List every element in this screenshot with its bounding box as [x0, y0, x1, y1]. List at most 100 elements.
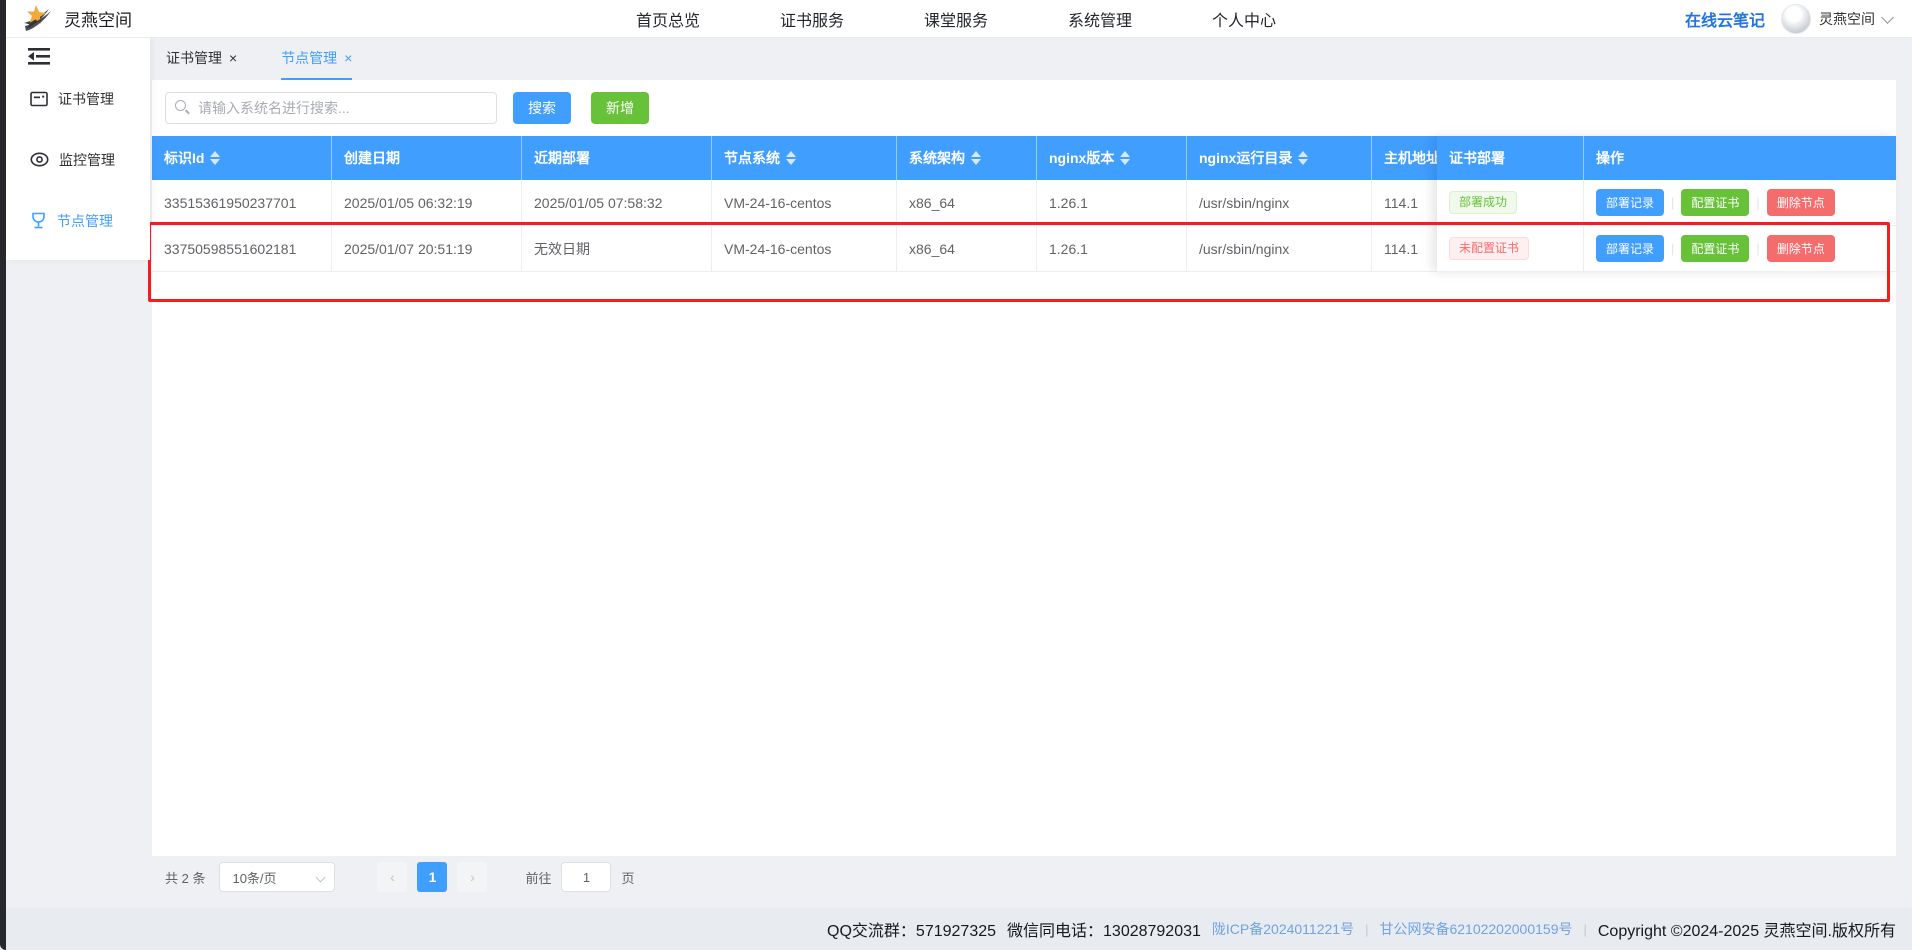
sidebar-item-label: 节点管理 — [57, 211, 113, 231]
cell-arch: x86_64 — [897, 226, 1037, 271]
tab-node-manage[interactable]: 节点管理 × — [281, 38, 352, 80]
config-cert-button[interactable]: 配置证书 — [1681, 235, 1749, 262]
toolbar: 搜索 新增 — [152, 80, 1896, 124]
footer-icp-link[interactable]: 陇ICP备2024011221号 — [1212, 919, 1354, 939]
cert-status-cell: 未配置证书 — [1437, 226, 1583, 271]
node-table: 标识Id 创建日期 近期部署 节点系统 系统架构 nginx版本 nginx运行… — [152, 136, 1896, 272]
cell-created: 2025/01/05 06:32:19 — [332, 180, 522, 225]
cell-nginx-dir: /usr/sbin/nginx — [1187, 180, 1372, 225]
search-input[interactable] — [165, 92, 497, 124]
cell-recent-deploy: 2025/01/05 07:58:32 — [522, 180, 712, 225]
actions-cell: 部署记录 | 配置证书 | 删除节点 — [1583, 226, 1896, 271]
prev-page-button[interactable]: ‹ — [377, 862, 407, 892]
col-header-created: 创建日期 — [332, 136, 522, 180]
cell-nginx-version: 1.26.1 — [1037, 180, 1187, 225]
sort-icon[interactable] — [1298, 151, 1308, 165]
close-icon[interactable]: × — [229, 51, 237, 65]
user-name: 灵燕空间 — [1819, 9, 1875, 29]
goto-label: 前往 — [525, 868, 551, 887]
delete-node-button[interactable]: 删除节点 — [1767, 235, 1835, 262]
status-badge-success: 部署成功 — [1449, 191, 1517, 215]
action-divider: | — [1756, 195, 1759, 210]
goto-unit-label: 页 — [621, 868, 634, 887]
sidebar-menu: 证书管理 监控管理 节点管理 — [6, 68, 150, 251]
logo[interactable]: 灵燕空间 — [22, 3, 132, 33]
eye-icon — [30, 152, 49, 167]
fixed-header-row: 证书部署 操作 — [1437, 136, 1896, 180]
table-fixed-columns: 证书部署 操作 部署成功 部署记录 | 配置证书 | 删除节点 — [1437, 136, 1896, 272]
pagination: 共 2 条 10条/页 ‹ 1 › 前往 页 — [165, 862, 635, 892]
nav-item-system-manage[interactable]: 系统管理 — [1068, 7, 1132, 31]
status-badge-danger: 未配置证书 — [1449, 237, 1529, 261]
certificate-card-icon — [30, 91, 48, 107]
node-goblet-icon — [30, 212, 47, 229]
footer-qq-group: QQ交流群：571927325 — [827, 917, 996, 941]
nav-item-class-service[interactable]: 课堂服务 — [924, 7, 988, 31]
col-header-node-system[interactable]: 节点系统 — [712, 136, 897, 180]
page-size-value: 10条/页 — [232, 868, 276, 887]
chevron-down-icon — [1881, 11, 1894, 24]
sidebar-item-node-manage[interactable]: 节点管理 — [6, 190, 150, 251]
col-header-actions: 操作 — [1583, 136, 1896, 180]
actions-cell: 部署记录 | 配置证书 | 删除节点 — [1583, 180, 1896, 225]
current-page-button[interactable]: 1 — [417, 862, 447, 892]
search-icon — [175, 100, 186, 111]
col-header-arch[interactable]: 系统架构 — [897, 136, 1037, 180]
sidebar-item-cert-manage[interactable]: 证书管理 — [6, 68, 150, 129]
footer: QQ交流群：571927325 微信同电话：13028792031 陇ICP备2… — [0, 908, 1912, 950]
top-header: 灵燕空间 首页总览 证书服务 课堂服务 系统管理 个人中心 在线云笔记 灵燕空间 — [0, 0, 1912, 38]
sidebar-item-monitor-manage[interactable]: 监控管理 — [6, 129, 150, 190]
app-window: 灵燕空间 首页总览 证书服务 课堂服务 系统管理 个人中心 在线云笔记 灵燕空间 — [0, 0, 1912, 950]
main-nav: 首页总览 证书服务 课堂服务 系统管理 个人中心 — [636, 0, 1276, 38]
nav-item-personal-center[interactable]: 个人中心 — [1212, 7, 1276, 31]
delete-node-button[interactable]: 删除节点 — [1767, 189, 1835, 216]
cert-status-cell: 部署成功 — [1437, 180, 1583, 225]
cell-recent-deploy: 无效日期 — [522, 226, 712, 271]
user-menu[interactable]: 灵燕空间 — [1781, 4, 1892, 34]
page-size-select[interactable]: 10条/页 — [219, 862, 335, 892]
avatar[interactable] — [1781, 4, 1811, 34]
next-page-button[interactable]: › — [457, 862, 487, 892]
cell-arch: x86_64 — [897, 180, 1037, 225]
content-panel: 搜索 新增 标识Id 创建日期 近期部署 节点系统 系统架构 nginx版本 n… — [152, 80, 1896, 856]
goto-page-input[interactable] — [561, 862, 611, 892]
cell-created: 2025/01/07 20:51:19 — [332, 226, 522, 271]
cell-node-system: VM-24-16-centos — [712, 226, 897, 271]
col-header-nginx-dir[interactable]: nginx运行目录 — [1187, 136, 1372, 180]
col-header-nginx-version[interactable]: nginx版本 — [1037, 136, 1187, 180]
logo-star-icon — [22, 3, 54, 33]
sidebar: 证书管理 监控管理 节点管理 — [6, 38, 150, 260]
nav-item-cert-service[interactable]: 证书服务 — [780, 7, 844, 31]
footer-divider: | — [1365, 922, 1368, 937]
sidebar-fold-button[interactable] — [28, 46, 50, 66]
nav-item-home[interactable]: 首页总览 — [636, 7, 700, 31]
col-header-id[interactable]: 标识Id — [152, 136, 332, 180]
cloud-notes-link[interactable]: 在线云笔记 — [1685, 7, 1765, 31]
sort-icon[interactable] — [971, 151, 981, 165]
cell-nginx-dir: /usr/sbin/nginx — [1187, 226, 1372, 271]
window-edge — [0, 0, 6, 950]
fixed-row: 部署成功 部署记录 | 配置证书 | 删除节点 — [1437, 180, 1896, 226]
fixed-row: 未配置证书 部署记录 | 配置证书 | 删除节点 — [1437, 226, 1896, 272]
action-divider: | — [1671, 241, 1674, 256]
sort-icon[interactable] — [1120, 151, 1130, 165]
tab-cert-manage[interactable]: 证书管理 × — [166, 38, 237, 80]
search-button[interactable]: 搜索 — [513, 92, 571, 124]
add-button[interactable]: 新增 — [591, 92, 649, 124]
action-divider: | — [1671, 195, 1674, 210]
col-header-recent-deploy: 近期部署 — [522, 136, 712, 180]
col-header-cert-deploy: 证书部署 — [1437, 136, 1583, 180]
cell-node-system: VM-24-16-centos — [712, 180, 897, 225]
cell-nginx-version: 1.26.1 — [1037, 226, 1187, 271]
sort-icon[interactable] — [786, 151, 796, 165]
close-icon[interactable]: × — [344, 51, 352, 65]
deploy-record-button[interactable]: 部署记录 — [1596, 235, 1664, 262]
footer-wechat-phone: 微信同电话：13028792031 — [1007, 917, 1201, 941]
tab-label: 证书管理 — [166, 48, 222, 68]
config-cert-button[interactable]: 配置证书 — [1681, 189, 1749, 216]
deploy-record-button[interactable]: 部署记录 — [1596, 189, 1664, 216]
chevron-down-icon — [316, 873, 326, 883]
sort-icon[interactable] — [210, 151, 220, 165]
footer-gongan-link[interactable]: 甘公网安备62102202000159号 — [1379, 919, 1572, 939]
search-box — [165, 92, 497, 124]
